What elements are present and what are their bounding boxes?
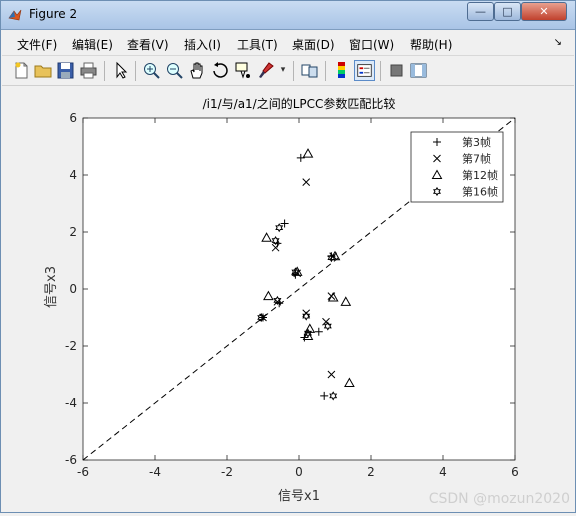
x-tick-label: 0 (295, 465, 303, 479)
save-icon[interactable] (55, 60, 76, 81)
legend-label: 第7帧 (462, 152, 491, 166)
x-tick-label: 4 (439, 465, 447, 479)
menu-dock-arrow-icon[interactable]: ↘ (554, 37, 562, 48)
show-plot-tools-icon[interactable] (408, 60, 429, 81)
y-tick-label: 6 (69, 111, 77, 125)
close-button[interactable]: ✕ (521, 2, 567, 21)
x-tick-label: -4 (149, 465, 161, 479)
menu-tools[interactable]: 工具(T) (237, 36, 278, 53)
toolbar-separator (135, 61, 136, 81)
legend-label: 第12帧 (462, 168, 498, 182)
menu-help[interactable]: 帮助(H) (410, 36, 452, 53)
legend[interactable]: 第3帧第7帧第12帧第16帧 (410, 131, 504, 203)
title-bar[interactable]: Figure 2 — □ ✕ (1, 1, 575, 30)
zoom-out-icon[interactable] (164, 60, 185, 81)
matlab-logo-icon (8, 9, 22, 21)
menu-view[interactable]: 查看(V) (127, 36, 169, 53)
toolbar-separator (293, 61, 294, 81)
x-tick-label: -2 (221, 465, 233, 479)
toolbar-separator (325, 61, 326, 81)
link-plot-icon[interactable] (299, 60, 320, 81)
pan-hand-icon[interactable] (187, 60, 208, 81)
menu-edit[interactable]: 编辑(E) (72, 36, 113, 53)
x-axis-label: 信号x1 (278, 489, 320, 504)
colorbar-icon[interactable] (331, 60, 352, 81)
toolbar-separator (104, 61, 105, 81)
minimize-button[interactable]: — (467, 2, 494, 21)
brush-icon[interactable] (256, 60, 277, 81)
csdn-watermark: CSDN @mozun2020 (429, 491, 570, 507)
print-icon[interactable] (78, 60, 99, 81)
toolbar: ▾ (2, 57, 574, 86)
new-figure-icon[interactable] (11, 60, 32, 81)
y-tick-label: 0 (69, 282, 77, 296)
y-tick-label: -2 (65, 339, 77, 353)
y-axis-label: 信号x3 (44, 266, 59, 308)
zoom-in-icon[interactable] (141, 60, 162, 81)
toolbar-separator (380, 61, 381, 81)
menu-bar: 文件(F) 编辑(E) 查看(V) 插入(I) 工具(T) 桌面(D) 窗口(W… (2, 31, 574, 56)
x-tick-label: 6 (511, 465, 519, 479)
y-tick-label: 4 (69, 168, 77, 182)
edit-plot-arrow-icon[interactable] (110, 60, 131, 81)
y-tick-label: -4 (65, 396, 77, 410)
maximize-button[interactable]: □ (494, 2, 521, 21)
data-cursor-icon[interactable] (233, 60, 254, 81)
legend-icon[interactable] (354, 60, 375, 81)
x-tick-label: 2 (367, 465, 375, 479)
hide-plot-tools-icon[interactable] (386, 60, 407, 81)
chart-title: /i1/与/a1/之间的LPCC参数匹配比较 (203, 96, 396, 111)
legend-label: 第16帧 (462, 185, 498, 199)
menu-desktop[interactable]: 桌面(D) (292, 36, 335, 53)
scatter-chart[interactable]: /i1/与/a1/之间的LPCC参数匹配比较 信号x1 信号x3 -6 -4 -2 0… (2, 87, 574, 512)
menu-window[interactable]: 窗口(W) (349, 36, 394, 53)
rotate-3d-icon[interactable] (210, 60, 231, 81)
menu-file[interactable]: 文件(F) (17, 36, 57, 53)
x-tick-label: -6 (77, 465, 89, 479)
open-file-icon[interactable] (33, 60, 54, 81)
brush-dropdown-arrow-icon[interactable]: ▾ (277, 60, 289, 81)
y-tick-label: 2 (69, 225, 77, 239)
window-title: Figure 2 (29, 7, 78, 21)
menu-insert[interactable]: 插入(I) (184, 36, 221, 53)
figure-area: /i1/与/a1/之间的LPCC参数匹配比较 信号x1 信号x3 -6 -4 -2 0… (2, 87, 574, 512)
figure-window: Figure 2 — □ ✕ 文件(F) 编辑(E) 查看(V) 插入(I) 工… (0, 0, 576, 513)
y-tick-label: -6 (65, 453, 77, 467)
legend-label: 第3帧 (462, 135, 491, 149)
